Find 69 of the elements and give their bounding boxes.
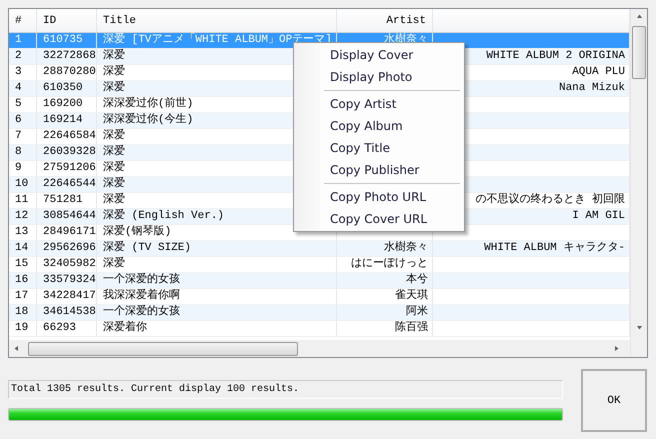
table-cell: 深爱 [103,193,125,208]
table-cell: 深爱 [103,257,125,272]
table-cell: 一个深爱的女孩 [103,273,180,288]
status-text: Total 1305 results. Current display 100 results. [8,380,563,399]
table-cell: 水樹奈々 [384,241,428,256]
table-cell: 深爱 [103,81,125,96]
table-cell: 32272868 [43,49,96,64]
table-cell: 深爱 [103,129,125,144]
table-cell: 27591206 [43,161,96,176]
table-cell: 深爱着你 [103,321,147,336]
table-cell: 深爱 [103,65,125,80]
table-cell: 深爱 [103,161,125,176]
table-cell: Nana Mizuk [558,81,625,96]
table-cell: 雀天琪 [395,289,428,304]
table-cell: 26039328 [43,145,96,160]
table-cell: 4 [15,81,22,96]
table-cell: 深爱 (English Ver.) [103,209,224,224]
table-cell: 陈百强 [395,321,428,336]
table-cell: 169200 [43,97,83,112]
table-cell: 17 [15,289,28,304]
table-cell: 66293 [43,321,76,336]
table-cell: 16 [15,273,28,288]
table-cell: 610350 [43,81,83,96]
table-cell: 19 [15,321,28,336]
table-cell: 9 [15,161,22,176]
table-cell: 10 [15,177,28,192]
table-cell: 8 [15,145,22,160]
table-cell: 28870280 [43,65,96,80]
table-cell: 深爱 (TV SIZE) [103,241,192,256]
table-cell: 深爱 [103,177,125,192]
table-cell: 12 [15,209,28,224]
table-cell: 34614538 [43,305,96,320]
table-cell: 阿米 [406,305,428,320]
table-cell: 14 [15,241,28,256]
table-cell: 751281 [43,193,83,208]
table-cell: 169214 [43,113,83,128]
table-cell: 610735 [43,33,83,48]
table-cell: 深深爱过你(今生) [103,113,194,128]
table-cell: 32405982 [43,257,96,272]
table-cell: 18 [15,305,28,320]
table-cell: 7 [15,129,22,144]
table-cell: 一个深爱的女孩 [103,305,180,320]
table-cell: 30854644 [43,209,96,224]
table-cell: AQUA PLU [572,65,625,80]
table-cell: 2 [15,49,22,64]
table-cell: I AM GIL [572,209,625,224]
table-cell: 22646584 [43,129,96,144]
table-cell: 29562696 [43,241,96,256]
table-cell: 我深深爱着你啊 [103,289,180,304]
table-cell: 13 [15,225,28,240]
table-cell: 22646544 [43,177,96,192]
table-cell: WHITE ALBUM キャラクタ- [484,241,625,256]
table-cell: 28496171 [43,225,96,240]
table-cell: 3 [15,65,22,80]
table-cell: 5 [15,97,22,112]
table-cell: 34228417 [43,289,96,304]
table-cell: 深爱(钢琴版) [103,225,172,240]
table-cell: の不思议の终わるとき 初回限 [475,193,625,208]
table-cell: 15 [15,257,28,272]
table-cell: 11 [15,193,28,208]
table-cell: 1 [15,33,22,48]
table-cell: 深爱 [103,49,125,64]
table-cell: 深爱 [103,145,125,160]
table-cell: 本兮 [406,273,428,288]
table-cell: 6 [15,113,22,128]
table-cell: はにーぽけっと [351,257,428,272]
table-cell: 深深爱过你(前世) [103,97,194,112]
table-cell: WHITE ALBUM 2 ORIGINA [486,49,625,64]
table-cell: 33579324 [43,273,96,288]
